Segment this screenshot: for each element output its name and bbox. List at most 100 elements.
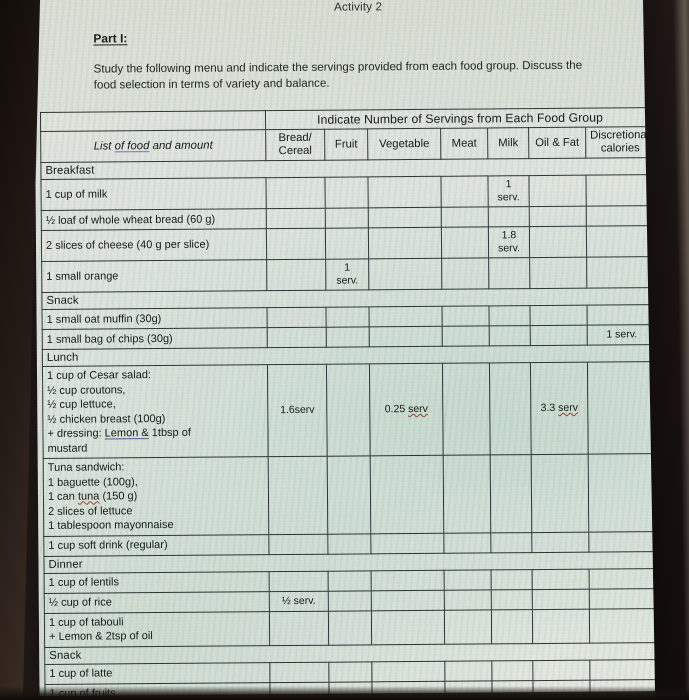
cell-oil-milk[interactable] xyxy=(528,175,587,207)
cell-milk-rice[interactable] xyxy=(491,589,533,610)
cell-discretionary-tuna-sandwich[interactable] xyxy=(588,453,658,532)
cell-vegetable-tuna-sandwich[interactable] xyxy=(370,455,444,534)
milk-value-number: 1 xyxy=(505,178,512,191)
cell-discretionary-soft-drink[interactable] xyxy=(588,531,658,552)
cell-bread-soft-drink[interactable] xyxy=(268,533,328,555)
cell-bread-orange[interactable] xyxy=(266,259,326,291)
cell-bread-chips[interactable] xyxy=(267,327,327,348)
cell-oil-chips[interactable] xyxy=(530,325,588,346)
cell-meat-lentils[interactable] xyxy=(444,569,492,590)
cell-milk-milk[interactable]: 1 serv. xyxy=(487,175,530,207)
cell-milk-cheese[interactable]: 1.8 serv. xyxy=(488,226,530,258)
cell-milk-orange[interactable] xyxy=(488,257,530,289)
cell-meat-chips[interactable] xyxy=(442,325,490,347)
cell-fruit-oat-muffin[interactable] xyxy=(326,306,370,328)
cell-milk-chips[interactable] xyxy=(489,325,531,346)
cell-oil-cheese[interactable] xyxy=(529,226,587,258)
cell-oil-rice[interactable] xyxy=(532,588,590,610)
table-row: 1 small orange 1 serv. xyxy=(41,256,656,293)
cell-bread-cesar-salad[interactable]: 1.6serv xyxy=(267,364,328,457)
cell-fruit-bread-loaf[interactable] xyxy=(325,207,369,229)
cell-milk-latte[interactable] xyxy=(491,660,533,681)
cell-oil-tuna-sandwich[interactable] xyxy=(531,454,589,533)
cell-oil-lentils[interactable] xyxy=(532,568,590,590)
cell-bread-milk[interactable] xyxy=(265,177,326,209)
cell-meat-orange[interactable] xyxy=(441,257,489,290)
orange-fruit-value-number: 1 xyxy=(344,261,351,274)
cell-oil-tabouli[interactable] xyxy=(532,608,590,644)
cell-vegetable-milk[interactable] xyxy=(367,176,442,208)
cell-discretionary-orange[interactable] xyxy=(586,256,656,289)
document-page: Activity 2 Part I: Study the following m… xyxy=(34,0,670,700)
cell-meat-tuna-sandwich[interactable] xyxy=(443,454,491,533)
cell-oil-latte[interactable] xyxy=(532,659,590,681)
cell-discretionary-chips[interactable]: 1 serv. xyxy=(587,324,657,346)
cell-discretionary-rice[interactable] xyxy=(589,588,659,609)
cell-meat-tabouli[interactable] xyxy=(444,609,492,644)
cell-milk-cesar-salad[interactable] xyxy=(489,362,532,455)
cell-bread-oat-muffin[interactable] xyxy=(267,307,327,328)
cell-milk-lentils[interactable] xyxy=(491,569,533,590)
cell-bread-tuna-sandwich[interactable] xyxy=(268,456,328,535)
cell-fruit-tuna-sandwich[interactable] xyxy=(327,455,371,534)
cell-milk-oat-muffin[interactable] xyxy=(488,305,531,326)
cell-meat-bread-loaf[interactable] xyxy=(441,206,489,228)
cell-vegetable-rice[interactable] xyxy=(371,589,445,611)
cell-vegetable-soft-drink[interactable] xyxy=(370,532,444,554)
cell-fruit-lentils[interactable] xyxy=(328,570,372,591)
cell-oil-oat-muffin[interactable] xyxy=(529,305,588,326)
cell-vegetable-cesar-salad[interactable]: 0.25 serv xyxy=(369,363,444,456)
cell-milk-tuna-sandwich[interactable] xyxy=(490,454,532,533)
food-item-orange: 1 small orange xyxy=(41,259,267,293)
cell-meat-oat-muffin[interactable] xyxy=(441,305,490,327)
cell-discretionary-latte[interactable] xyxy=(589,659,659,680)
cell-vegetable-latte[interactable] xyxy=(371,660,445,682)
cell-bread-lentils[interactable] xyxy=(269,570,329,592)
cell-milk-soft-drink[interactable] xyxy=(490,532,532,553)
cell-fruit-latte[interactable] xyxy=(328,661,372,682)
cell-milk-bread-loaf[interactable] xyxy=(488,206,530,227)
cell-meat-rice[interactable] xyxy=(444,589,492,610)
cell-vegetable-tabouli[interactable] xyxy=(371,609,445,645)
cell-discretionary-bread-loaf[interactable] xyxy=(586,205,656,227)
cell-meat-latte[interactable] xyxy=(444,660,492,681)
cell-oil-bread-loaf[interactable] xyxy=(529,206,587,227)
cell-bread-cheese[interactable] xyxy=(266,228,326,260)
cell-vegetable-lentils[interactable] xyxy=(371,569,445,591)
cell-discretionary-lentils[interactable] xyxy=(589,568,659,589)
cell-fruit-tabouli[interactable] xyxy=(328,610,372,645)
cell-oil-orange[interactable] xyxy=(529,257,587,289)
cell-meat-cheese[interactable] xyxy=(441,226,489,259)
cell-fruit-milk[interactable] xyxy=(324,176,369,209)
cell-meat-soft-drink[interactable] xyxy=(443,532,491,553)
cell-vegetable-orange[interactable] xyxy=(368,258,442,290)
cell-fruit-chips[interactable] xyxy=(326,326,370,348)
cell-bread-bread-loaf[interactable] xyxy=(266,208,326,229)
cell-vegetable-chips[interactable] xyxy=(369,326,443,347)
cell-vegetable-cheese[interactable] xyxy=(368,227,442,259)
cell-discretionary-cesar-salad[interactable] xyxy=(587,361,658,455)
column-header-milk: Milk xyxy=(487,127,529,159)
cell-vegetable-oat-muffin[interactable] xyxy=(368,306,443,327)
cell-discretionary-cheese[interactable] xyxy=(586,225,656,258)
cell-fruit-rice[interactable] xyxy=(328,590,372,611)
cell-fruit-cheese[interactable] xyxy=(325,227,369,260)
cell-fruit-soft-drink[interactable] xyxy=(327,533,371,554)
cell-meat-cesar-salad[interactable] xyxy=(442,362,491,456)
cell-oil-cesar-salad[interactable]: 3.3 serv xyxy=(530,362,589,455)
cell-discretionary-oat-muffin[interactable] xyxy=(586,304,657,326)
disc-label-line2: calories xyxy=(600,142,640,155)
cell-vegetable-bread-loaf[interactable] xyxy=(368,207,442,228)
cell-discretionary-tabouli[interactable] xyxy=(589,608,659,643)
cell-oil-soft-drink[interactable] xyxy=(531,531,589,553)
cell-milk-tabouli[interactable] xyxy=(491,609,533,644)
cell-fruit-cesar-salad[interactable] xyxy=(326,363,371,457)
cell-bread-latte[interactable] xyxy=(269,661,329,683)
cell-discretionary-milk[interactable] xyxy=(585,174,656,207)
cell-bread-tabouli[interactable] xyxy=(269,610,329,646)
cell-meat-milk[interactable] xyxy=(440,175,489,208)
salad-line-5-link[interactable]: Lemon & xyxy=(105,427,149,439)
cell-bread-rice[interactable]: ½ serv. xyxy=(269,590,329,612)
tuna-line-3-prefix: 1 can xyxy=(47,490,78,503)
cell-fruit-orange[interactable]: 1 serv. xyxy=(325,258,369,291)
